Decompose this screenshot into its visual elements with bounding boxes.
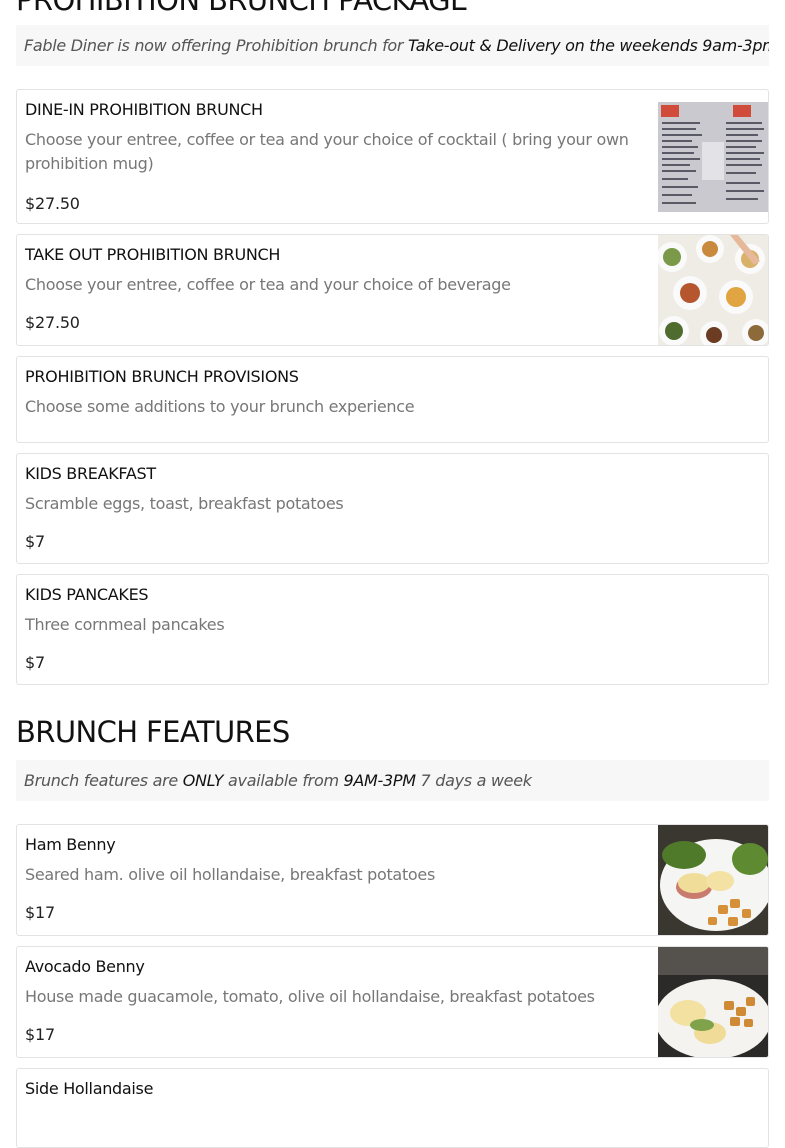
brunch-spread-photo (658, 235, 768, 345)
section-title-prohibition: PROHIBITION BRUNCH PACKAGE (16, 0, 468, 17)
item-name: Side Hollandaise (25, 1079, 154, 1098)
menu-sheet-photo (658, 102, 768, 212)
item-description: Choose your entree, coffee or tea and yo… (25, 130, 629, 173)
section-note-prohibition: Fable Diner is now offering Prohibition … (16, 25, 769, 66)
item-price: $17 (25, 1025, 55, 1044)
item-price: $17 (25, 903, 55, 922)
item-price: $7 (25, 653, 45, 672)
ham-benny-photo (658, 825, 768, 935)
item-description: Choose some additions to your brunch exp… (25, 397, 415, 416)
item-price: $27.50 (25, 194, 80, 213)
avocado-benny-photo (658, 947, 768, 1057)
item-description: Three cornmeal pancakes (25, 615, 225, 634)
item-price: $27.50 (25, 313, 80, 332)
item-name: DINE-IN PROHIBITION BRUNCH (25, 100, 263, 119)
menu-item-kids-pancakes[interactable]: KIDS PANCAKES Three cornmeal pancakes $7 (16, 574, 769, 685)
note-highlight: Take-out & Delivery on the weekends 9am-… (408, 36, 769, 55)
section-note-brunch-features: Brunch features are ONLY available from … (16, 760, 769, 801)
menu-item-ham-benny[interactable]: Ham Benny Seared ham. olive oil hollanda… (16, 824, 769, 936)
item-name: KIDS PANCAKES (25, 585, 149, 604)
item-description: Choose your entree, coffee or tea and yo… (25, 275, 511, 294)
note-text: 7 days a week (415, 771, 532, 790)
item-description: House made guacamole, tomato, olive oil … (25, 987, 595, 1006)
item-description: Seared ham. olive oil hollandaise, break… (25, 865, 435, 884)
item-price: $7 (25, 532, 45, 551)
item-name: KIDS BREAKFAST (25, 464, 156, 483)
menu-item-dine-in-prohibition-brunch[interactable]: DINE-IN PROHIBITION BRUNCH Choose your e… (16, 89, 769, 224)
item-description: Scramble eggs, toast, breakfast potatoes (25, 494, 344, 513)
note-text: Brunch features are (24, 771, 183, 790)
menu-item-take-out-prohibition-brunch[interactable]: TAKE OUT PROHIBITION BRUNCH Choose your … (16, 234, 769, 346)
menu-item-side-hollandaise[interactable]: Side Hollandaise (16, 1068, 769, 1148)
note-highlight: 9AM-3PM (343, 771, 417, 790)
note-highlight: ONLY (182, 771, 224, 790)
section-title-brunch-features: BRUNCH FEATURES (16, 715, 290, 749)
note-text: Fable Diner is now offering Prohibition … (24, 36, 408, 55)
note-text: available from (223, 771, 344, 790)
menu-item-avocado-benny[interactable]: Avocado Benny House made guacamole, toma… (16, 946, 769, 1058)
item-name: Avocado Benny (25, 957, 145, 976)
item-name: Ham Benny (25, 835, 116, 854)
item-name: TAKE OUT PROHIBITION BRUNCH (25, 245, 281, 264)
menu-item-kids-breakfast[interactable]: KIDS BREAKFAST Scramble eggs, toast, bre… (16, 453, 769, 564)
item-name: PROHIBITION BRUNCH PROVISIONS (25, 367, 299, 386)
menu-item-prohibition-brunch-provisions[interactable]: PROHIBITION BRUNCH PROVISIONS Choose som… (16, 356, 769, 443)
